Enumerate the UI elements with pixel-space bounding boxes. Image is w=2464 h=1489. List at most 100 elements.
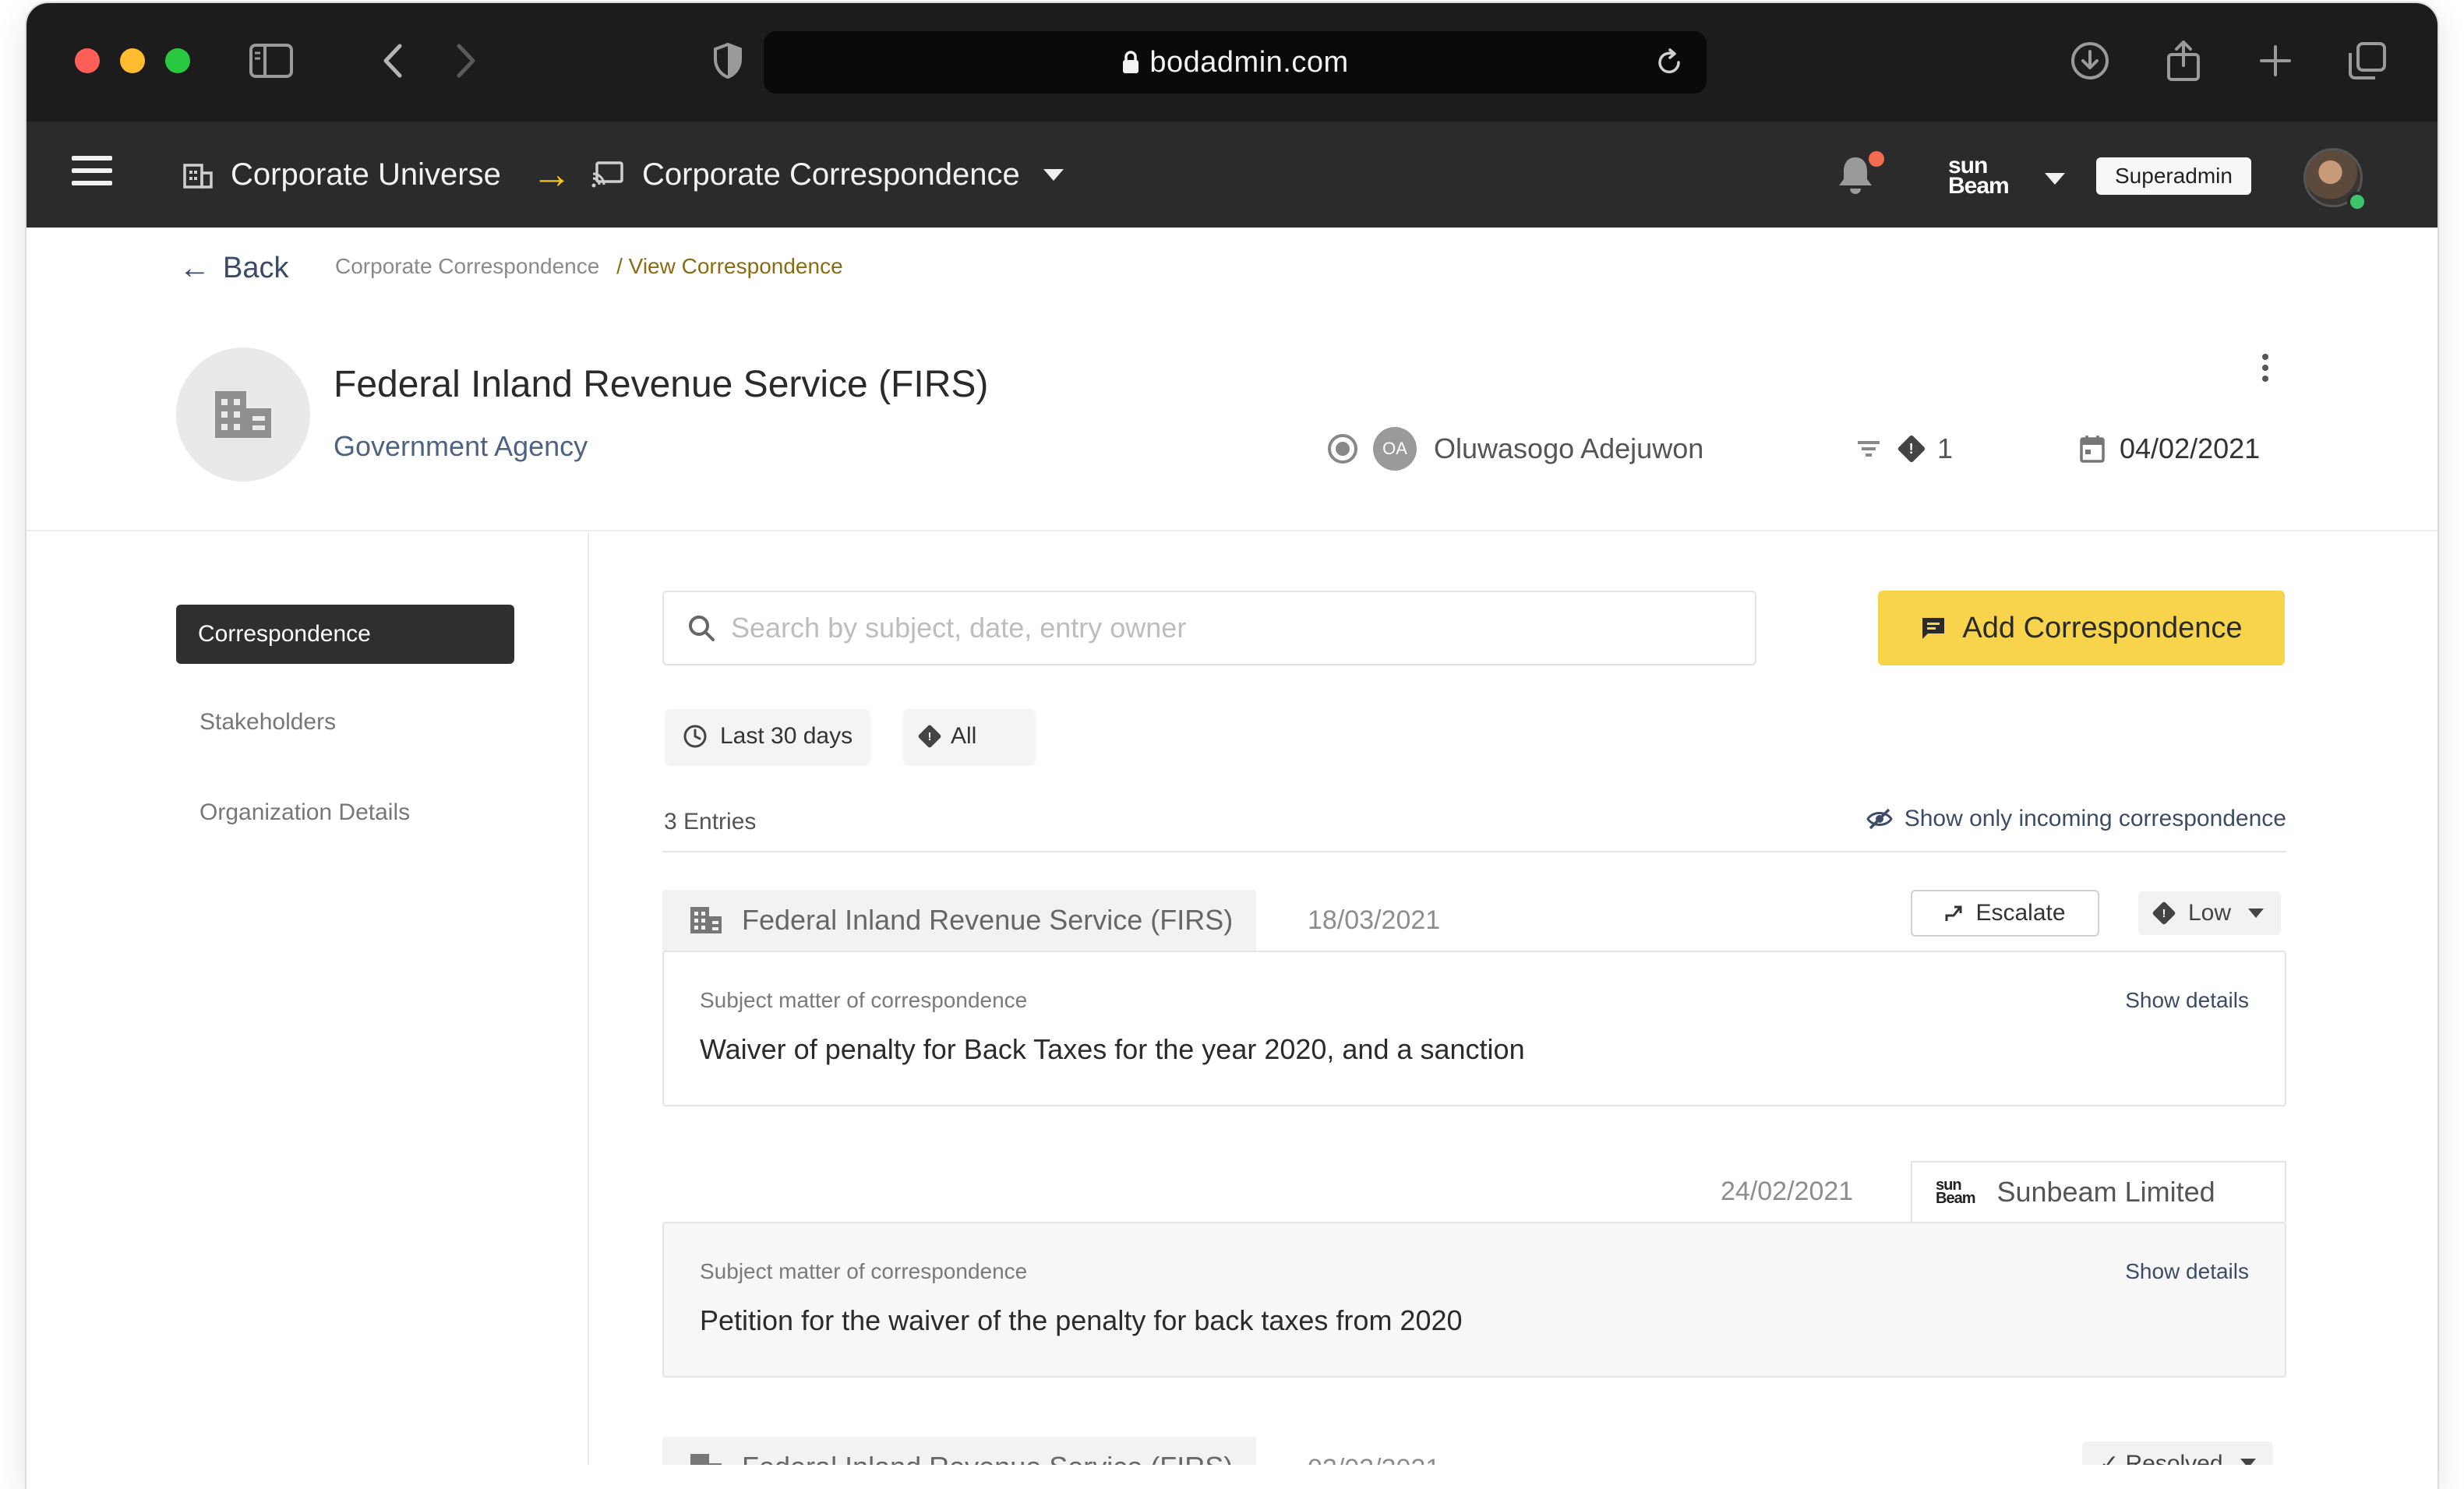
priority-diamond-icon: ! (1897, 434, 1926, 464)
new-tab-icon[interactable] (2252, 37, 2299, 84)
escalate-label: Escalate (1975, 900, 2066, 926)
address-bar[interactable]: bodadmin.com (764, 31, 1707, 94)
minimize-window-button[interactable] (120, 48, 145, 73)
tab-overview-icon[interactable] (2344, 37, 2391, 84)
forward-nav-icon[interactable] (443, 37, 489, 84)
date-info: 04/02/2021 (2079, 427, 2260, 471)
building-icon (182, 161, 214, 189)
arrow-left-icon: ← (179, 250, 210, 285)
eye-off-icon (1866, 807, 1894, 831)
divider (588, 531, 589, 1489)
owner-info: OA Oluwasogo Adejuwon (1328, 427, 1703, 471)
entry-date: 24/02/2021 (1721, 1177, 1854, 1206)
notification-dot (1869, 151, 1884, 167)
sidebar-toggle-icon[interactable] (248, 37, 295, 84)
show-details-link[interactable]: Show details (2125, 988, 2249, 1013)
online-status-dot (2347, 192, 2367, 212)
back-label: Back (223, 251, 289, 284)
breadcrumb-parent[interactable]: Corporate Correspondence (335, 254, 599, 278)
entry-date: 18/03/2021 (1308, 905, 1441, 935)
role-badge[interactable]: Superadmin (2096, 157, 2251, 195)
universe-link[interactable]: Corporate Universe (182, 153, 501, 196)
chevron-down-icon (2248, 909, 2265, 918)
owner-name: Oluwasogo Adejuwon (1434, 432, 1704, 464)
maximize-window-button[interactable] (165, 48, 190, 73)
browser-window: bodadmin.com Corporate Universe → Corpor… (26, 3, 2438, 1489)
escalate-arrow-icon (1944, 903, 1964, 923)
cast-icon (591, 161, 625, 189)
building-icon (689, 905, 723, 935)
section-selector[interactable]: Corporate Correspondence (591, 153, 1064, 196)
breadcrumb-current: / View Correspondence (616, 254, 843, 278)
sunbeam-logo: sun Beam (1936, 1177, 1975, 1207)
sidebar-item-organization-details[interactable]: Organization Details (199, 799, 410, 826)
app-header: Corporate Universe → Corporate Correspon… (26, 122, 2438, 228)
escalate-button[interactable]: Escalate (1911, 890, 2099, 937)
entry-sender: Federal Inland Revenue Service (FIRS) (742, 904, 1234, 936)
message-icon (1920, 616, 1947, 640)
date-range-label: Last 30 days (720, 723, 853, 749)
more-options-icon[interactable] (2260, 354, 2271, 386)
priority-select[interactable]: ! Low (2138, 891, 2282, 935)
clock-icon (683, 724, 708, 749)
org-avatar (176, 348, 310, 482)
shield-icon[interactable] (704, 37, 751, 84)
org-type: Government Agency (334, 430, 588, 462)
breadcrumb: Corporate Correspondence / View Correspo… (335, 254, 843, 279)
priority-diamond-icon: ! (2152, 901, 2176, 926)
bottom-edge (26, 1465, 2438, 1489)
downloads-icon[interactable] (2067, 37, 2113, 84)
escalation-count: 1 (1937, 432, 1954, 464)
show-details-link[interactable]: Show details (2125, 1259, 2249, 1284)
entry-sender: Sunbeam Limited (1996, 1176, 2215, 1208)
divider (26, 530, 2438, 531)
lock-icon (1123, 51, 1139, 73)
building-icon (215, 391, 271, 438)
entries-count: 3 Entries (664, 809, 757, 834)
universe-label: Corporate Universe (231, 157, 501, 192)
priority-filter-label: All (951, 723, 977, 749)
sidebar-item-correspondence[interactable]: Correspondence (176, 605, 514, 664)
header-date: 04/02/2021 (2120, 432, 2261, 464)
org-name: Federal Inland Revenue Service (FIRS) (334, 364, 989, 405)
divider (662, 851, 2286, 852)
url-text: bodadmin.com (1149, 45, 1349, 79)
entry-sender-tab: Federal Inland Revenue Service (FIRS) (662, 890, 1257, 951)
incoming-toggle-label: Show only incoming correspondence (1904, 806, 2286, 831)
subject-label: Subject matter of correspondence (700, 988, 1028, 1012)
subject-label: Subject matter of correspondence (700, 1259, 1028, 1283)
search-box[interactable] (662, 591, 1756, 665)
date-range-filter[interactable]: Last 30 days (665, 709, 870, 764)
owner-avatar: OA (1373, 427, 1417, 471)
add-correspondence-button[interactable]: Add Correspondence (1878, 591, 2285, 665)
correspondence-card[interactable]: Subject matter of correspondence Petitio… (662, 1222, 2286, 1378)
incoming-toggle[interactable]: Show only incoming correspondence (1866, 806, 2286, 832)
section-label: Corporate Correspondence (642, 157, 1020, 192)
brand-logo[interactable]: sun Beam (1948, 154, 2010, 198)
subject-text: Waiver of penalty for Back Taxes for the… (700, 1033, 1525, 1065)
back-nav-icon[interactable] (369, 37, 416, 84)
chevron-down-icon[interactable] (2045, 173, 2065, 185)
priority-filter[interactable]: ! All (904, 709, 1035, 764)
reload-icon[interactable] (1646, 39, 1693, 86)
entry-sender-tab: sun Beam Sunbeam Limited (1911, 1161, 2286, 1222)
arrow-right-icon: → (531, 152, 572, 197)
priority-diamond-icon: ! (917, 724, 942, 749)
chevron-down-icon (1043, 168, 1064, 181)
subject-text: Petition for the waiver of the penalty f… (700, 1304, 1463, 1336)
search-input[interactable] (731, 612, 1666, 644)
escalation-info: ! 1 (1856, 427, 1953, 471)
add-correspondence-label: Add Correspondence (1962, 611, 2243, 644)
menu-icon[interactable] (72, 156, 112, 193)
share-icon[interactable] (2160, 37, 2207, 84)
filter-icon (1858, 441, 1880, 457)
close-window-button[interactable] (75, 48, 100, 73)
back-button[interactable]: ← Back (179, 249, 288, 287)
browser-toolbar: bodadmin.com (26, 3, 2438, 122)
status-radio-icon (1328, 434, 1357, 464)
correspondence-card[interactable]: Subject matter of correspondence Waiver … (662, 951, 2286, 1106)
search-icon (689, 616, 715, 641)
sidebar-item-stakeholders[interactable]: Stakeholders (199, 709, 336, 736)
calendar-icon (2080, 436, 2105, 463)
priority-value: Low (2188, 900, 2232, 926)
